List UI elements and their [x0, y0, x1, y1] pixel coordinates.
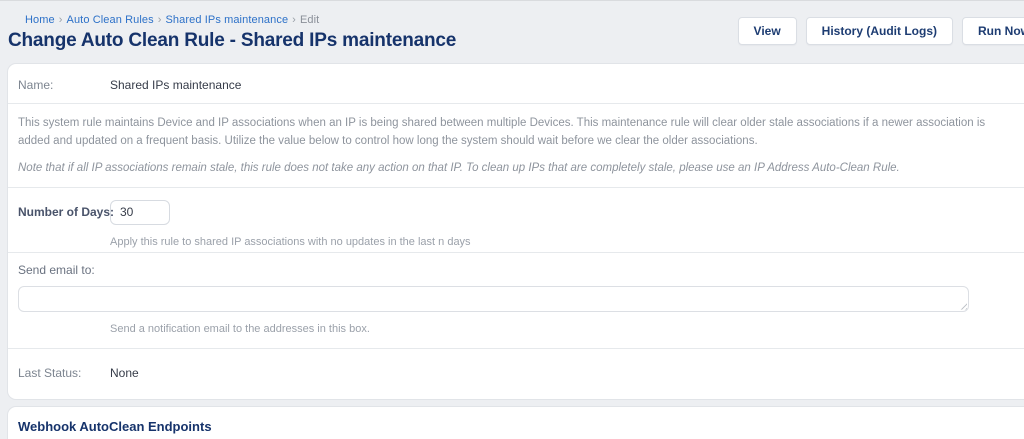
number-of-days-help: Apply this rule to shared IP association… — [110, 235, 471, 248]
breadcrumb-separator: › — [157, 14, 162, 26]
number-of-days-label: Number of Days: — [18, 204, 115, 219]
description-row: This system rule maintains Device and IP… — [8, 104, 1024, 188]
breadcrumb-current-edit: Edit — [299, 14, 320, 26]
name-row: Name: Shared IPs maintenance — [8, 64, 1024, 104]
rule-description: This system rule maintains Device and IP… — [18, 117, 986, 147]
last-status-value: None — [110, 365, 139, 380]
breadcrumb-link-shared-ips-maintenance[interactable]: Shared IPs maintenance — [166, 14, 289, 26]
send-email-label: Send email to: — [18, 262, 95, 277]
webhook-endpoints-title: Webhook AutoClean Endpoints — [8, 407, 1024, 439]
breadcrumb-link-home[interactable]: Home — [25, 14, 55, 26]
breadcrumb-link-auto-clean-rules[interactable]: Auto Clean Rules — [67, 14, 154, 26]
history-audit-logs-button[interactable]: History (Audit Logs) — [805, 17, 953, 45]
number-of-days-input[interactable] — [110, 199, 170, 225]
last-status-row: Last Status: None — [8, 349, 1024, 399]
send-email-field-wrap — [18, 285, 969, 312]
name-value: Shared IPs maintenance — [110, 78, 242, 92]
webhook-endpoints-card: Webhook AutoClean Endpoints Destination … — [8, 406, 1024, 439]
breadcrumb-separator: › — [292, 14, 296, 26]
run-now-button[interactable]: Run Now — [962, 17, 1024, 45]
rule-description-note: Note that if all IP associations remain … — [18, 161, 900, 174]
name-label: Name: — [18, 78, 54, 92]
last-status-label: Last Status: — [18, 365, 82, 380]
rule-form-card: Name: Shared IPs maintenance This system… — [8, 64, 1024, 399]
view-button[interactable]: View — [737, 17, 797, 45]
send-email-row: Send email to: Send a notification email… — [8, 253, 1024, 349]
send-email-help: Send a notification email to the address… — [110, 322, 370, 335]
page-header: Home › Auto Clean Rules › Shared IPs mainten… — [0, 1, 1024, 62]
send-email-textarea[interactable] — [18, 285, 969, 312]
header-action-buttons: View History (Audit Logs) Run Now — [737, 17, 1024, 45]
breadcrumb-separator: › — [58, 14, 63, 26]
number-of-days-row: Number of Days: Apply this rule to share… — [8, 188, 1024, 253]
